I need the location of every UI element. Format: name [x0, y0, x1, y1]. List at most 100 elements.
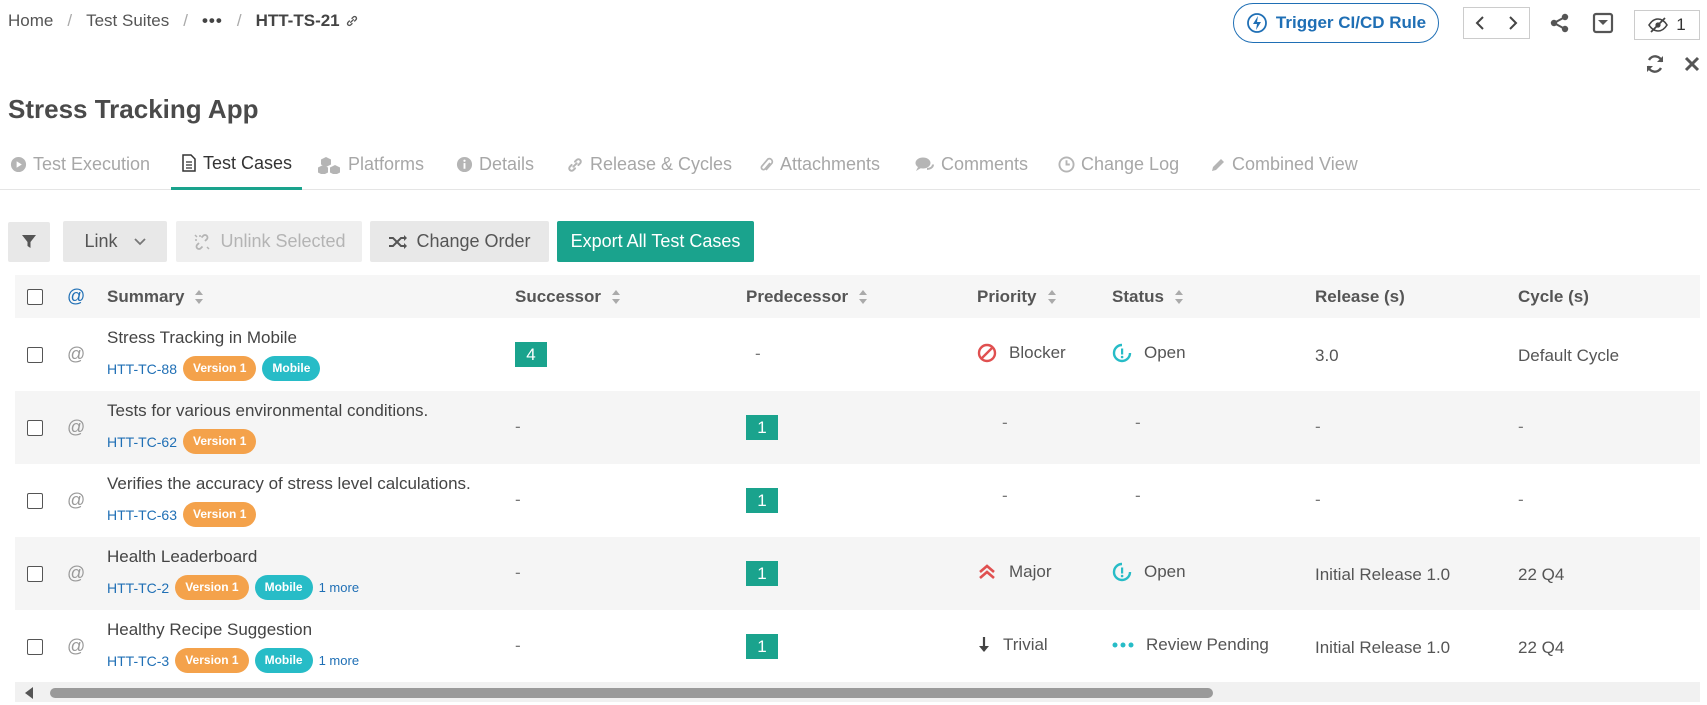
- row-key-link[interactable]: HTT-TC-3: [107, 653, 169, 669]
- cycle-cell: -: [1518, 417, 1524, 436]
- row-meta: HTT-TC-3 Version 1 Mobile 1 more: [107, 648, 359, 673]
- trigger-ci-cd-rule-button[interactable]: Trigger CI/CD Rule: [1233, 3, 1439, 43]
- share-icon[interactable]: [1549, 12, 1571, 34]
- tab-change-log[interactable]: Change Log: [1058, 145, 1179, 190]
- row-key-link[interactable]: HTT-TC-88: [107, 361, 177, 377]
- platform-badge: Mobile: [254, 648, 313, 673]
- test-cases-table: @ Summary Successor Predecessor Priority…: [15, 275, 1700, 683]
- tab-test-cases[interactable]: Test Cases: [171, 145, 303, 190]
- filter-button[interactable]: [8, 222, 50, 262]
- header-predecessor-label: Predecessor: [746, 286, 849, 306]
- tab-release-cycles[interactable]: Release & Cycles: [566, 145, 732, 190]
- platform-badge: Mobile: [262, 356, 321, 381]
- header-status-label: Status: [1112, 286, 1164, 306]
- priority-cell: -: [1002, 486, 1008, 505]
- mention-icon[interactable]: @: [67, 417, 85, 438]
- status-cell: -: [1135, 486, 1141, 505]
- sort-icon: [1047, 289, 1057, 305]
- table-row[interactable]: @ Verifies the accuracy of stress level …: [15, 464, 1700, 537]
- tab-bar: Test Execution Test Cases Platforms Deta…: [0, 145, 1700, 190]
- sort-icon: [1174, 289, 1184, 305]
- document-icon: [181, 154, 197, 172]
- header-priority[interactable]: Priority: [977, 275, 1057, 318]
- header-status[interactable]: Status: [1112, 275, 1184, 318]
- sort-icon: [611, 289, 621, 305]
- predecessor-count[interactable]: 1: [746, 488, 778, 513]
- select-all-checkbox[interactable]: [27, 289, 43, 305]
- tab-label: Details: [479, 154, 535, 174]
- status-label: Open: [1144, 343, 1186, 362]
- predecessor-count[interactable]: 1: [746, 634, 778, 659]
- release-cell: Initial Release 1.0: [1315, 565, 1451, 584]
- open-status-icon: [1112, 562, 1132, 582]
- header-summary[interactable]: Summary: [107, 275, 204, 318]
- tab-platforms[interactable]: Platforms: [318, 145, 424, 190]
- export-all-test-cases-button[interactable]: Export All Test Cases: [557, 221, 754, 262]
- more-link[interactable]: 1 more: [319, 580, 359, 595]
- predecessor-count[interactable]: 1: [746, 415, 778, 440]
- more-link[interactable]: 1 more: [319, 653, 359, 668]
- mention-icon[interactable]: @: [67, 490, 85, 511]
- header-successor-label: Successor: [515, 286, 601, 306]
- collapse-dropdown-icon[interactable]: [1592, 12, 1614, 34]
- breadcrumb-ellipsis[interactable]: •••: [202, 11, 223, 31]
- row-checkbox[interactable]: [27, 639, 43, 655]
- breadcrumb-test-suites[interactable]: Test Suites: [86, 11, 169, 31]
- close-icon[interactable]: [1683, 55, 1701, 73]
- row-checkbox[interactable]: [27, 347, 43, 363]
- priority-cell: Blocker: [977, 343, 1066, 363]
- header-predecessor[interactable]: Predecessor: [746, 275, 868, 318]
- row-summary[interactable]: Stress Tracking in Mobile: [107, 328, 297, 348]
- tab-details[interactable]: Details: [456, 145, 534, 190]
- tab-comments[interactable]: Comments: [915, 145, 1028, 190]
- breadcrumb: Home / Test Suites / ••• / HTT-TS-21: [8, 11, 359, 31]
- row-meta: HTT-TC-2 Version 1 Mobile 1 more: [107, 575, 359, 600]
- copy-link-icon[interactable]: [345, 14, 359, 28]
- row-checkbox[interactable]: [27, 420, 43, 436]
- scroll-left-arrow-icon[interactable]: [25, 686, 34, 704]
- row-checkbox[interactable]: [27, 566, 43, 582]
- row-key-link[interactable]: HTT-TC-62: [107, 434, 177, 450]
- tab-attachments[interactable]: Attachments: [759, 145, 880, 190]
- tab-label: Change Log: [1081, 154, 1180, 174]
- table-row[interactable]: @ Tests for various environmental condit…: [15, 391, 1700, 464]
- predecessor-count[interactable]: 1: [746, 561, 778, 586]
- unlink-selected-button[interactable]: Unlink Selected: [176, 221, 362, 262]
- row-summary[interactable]: Healthy Recipe Suggestion: [107, 620, 312, 640]
- chevron-left-icon[interactable]: [1475, 15, 1485, 31]
- status-cell: Open: [1112, 343, 1186, 363]
- tab-label: Test Cases: [203, 152, 293, 173]
- mention-icon[interactable]: @: [67, 344, 85, 365]
- mention-icon[interactable]: @: [67, 563, 85, 584]
- row-summary[interactable]: Verifies the accuracy of stress level ca…: [107, 474, 471, 494]
- link-dropdown-button[interactable]: Link: [63, 221, 167, 262]
- row-summary[interactable]: Health Leaderboard: [107, 547, 257, 567]
- tab-test-execution[interactable]: Test Execution: [10, 145, 150, 190]
- header-priority-label: Priority: [977, 286, 1037, 306]
- header-successor[interactable]: Successor: [515, 275, 621, 318]
- breadcrumb-separator: /: [236, 11, 242, 30]
- change-order-button[interactable]: Change Order: [370, 221, 549, 262]
- version-badge: Version 1: [183, 429, 257, 454]
- watchers-button[interactable]: 1: [1634, 10, 1700, 40]
- row-checkbox[interactable]: [27, 493, 43, 509]
- tab-label: Release & Cycles: [590, 154, 733, 174]
- chevron-right-icon[interactable]: [1508, 15, 1518, 31]
- table-row[interactable]: @ Health Leaderboard HTT-TC-2 Version 1 …: [15, 537, 1700, 610]
- refresh-icon[interactable]: [1644, 53, 1666, 75]
- table-row[interactable]: @ Stress Tracking in Mobile HTT-TC-88 Ve…: [15, 318, 1700, 391]
- tab-combined-view[interactable]: Combined View: [1210, 145, 1358, 190]
- row-key-link[interactable]: HTT-TC-63: [107, 507, 177, 523]
- successor-count[interactable]: 4: [515, 342, 547, 367]
- priority-cell: Trivial: [977, 635, 1048, 655]
- scrollbar-thumb[interactable]: [50, 688, 1213, 698]
- predecessor-cell: 1: [746, 634, 778, 659]
- breadcrumb-home[interactable]: Home: [8, 11, 53, 31]
- paperclip-icon: [759, 156, 774, 174]
- breadcrumb-current: HTT-TS-21: [255, 11, 340, 30]
- row-key-link[interactable]: HTT-TC-2: [107, 580, 169, 596]
- table-row[interactable]: @ Healthy Recipe Suggestion HTT-TC-3 Ver…: [15, 610, 1700, 683]
- row-summary[interactable]: Tests for various environmental conditio…: [107, 401, 428, 421]
- mention-icon[interactable]: @: [67, 636, 85, 657]
- release-cell: Initial Release 1.0: [1315, 638, 1451, 657]
